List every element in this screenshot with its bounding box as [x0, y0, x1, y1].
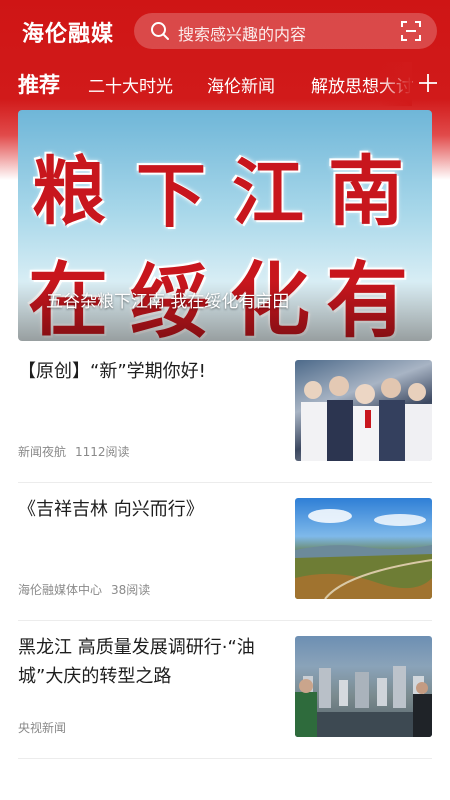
news-title: 黑龙江 高质量发展调研行·“油城”大庆的转型之路: [18, 637, 255, 687]
search-icon: [151, 22, 169, 40]
news-meta: 海伦融媒体中心 38阅读: [18, 581, 150, 598]
banner-glyph: 下: [136, 154, 206, 237]
news-thumbnail: [295, 360, 432, 461]
banner-glyph: 江: [232, 150, 305, 235]
news-source: 新闻夜航: [18, 445, 67, 459]
divider: [18, 758, 432, 759]
news-item[interactable]: 黑龙江 高质量发展调研行·“油城”大庆的转型之路 央视新闻: [18, 621, 432, 759]
news-source: 央视新闻: [18, 721, 67, 735]
news-read-count: 1112阅读: [75, 445, 130, 459]
app-title: 海伦融媒: [22, 22, 115, 47]
news-source: 海伦融媒体中心: [18, 583, 103, 597]
banner-caption: 五谷杂粮下江南 我在绥化有亩田: [46, 292, 290, 312]
news-read-count: 38阅读: [111, 583, 151, 597]
tab-recommend[interactable]: 推荐: [18, 69, 60, 99]
plus-icon[interactable]: [417, 72, 439, 94]
news-title: 《吉祥吉林 向兴而行》: [18, 499, 204, 520]
news-title: 【原创】“新”学期你好!: [18, 361, 206, 382]
category-tabs: 推荐 二十大时光 海伦新闻 解放思想大讨: [0, 62, 450, 106]
search-bar[interactable]: 搜索感兴趣的内容: [134, 13, 437, 49]
tab-twentieth-congress[interactable]: 二十大时光: [88, 72, 173, 97]
scan-icon[interactable]: [401, 21, 421, 41]
banner-glyph: 南: [328, 147, 404, 236]
news-item[interactable]: 【原创】“新”学期你好! 新闻夜航 1112阅读: [18, 345, 432, 483]
news-item[interactable]: 《吉祥吉林 向兴而行》 海伦融媒体中心 38阅读: [18, 483, 432, 621]
news-thumbnail: [295, 498, 432, 599]
tab-fade: [380, 62, 412, 106]
news-meta: 新闻夜航 1112阅读: [18, 443, 130, 460]
tab-hailun-news[interactable]: 海伦新闻: [207, 72, 275, 97]
news-thumbnail: [295, 636, 432, 737]
search-placeholder: 搜索感兴趣的内容: [178, 25, 307, 44]
featured-banner[interactable]: 粮 下 江 南 在 绥 化 有 五谷杂粮下江南 我在绥化有亩田: [18, 110, 432, 341]
top-bar: 海伦融媒 搜索感兴趣的内容: [0, 0, 450, 62]
news-meta: 央视新闻: [18, 719, 66, 736]
landscape-photo: [295, 509, 432, 599]
banner-glyph: 粮: [32, 149, 106, 235]
students-photo: [301, 376, 432, 461]
city-aerial-photo: [295, 666, 432, 737]
